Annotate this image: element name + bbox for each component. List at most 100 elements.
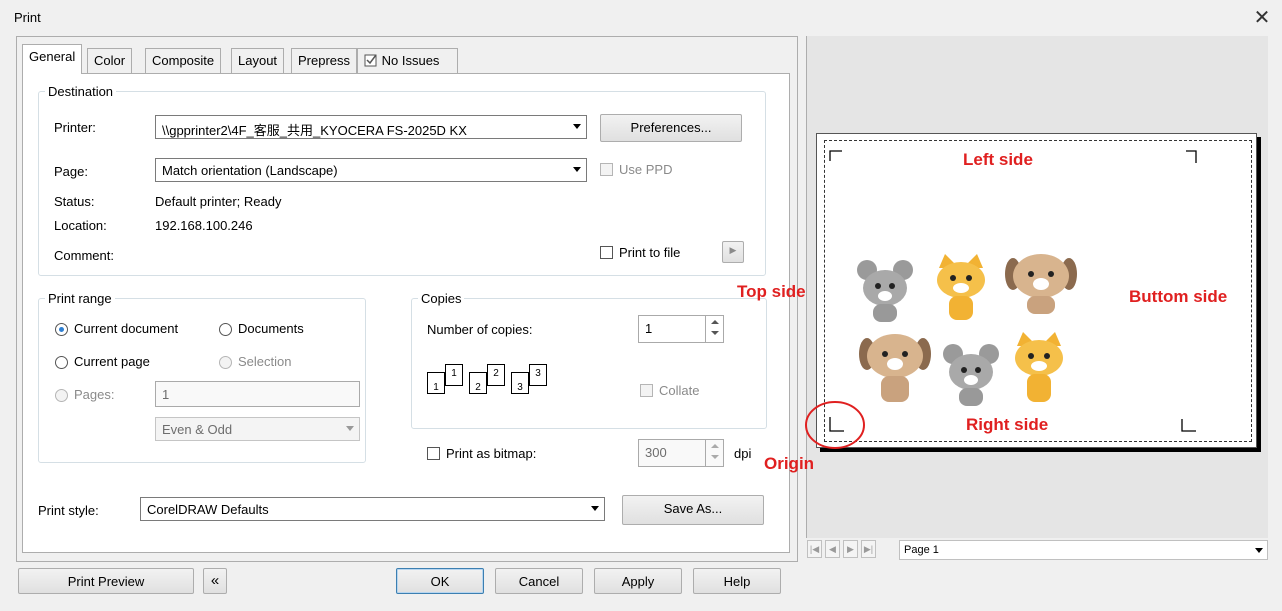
current-document-radio[interactable] <box>55 323 68 336</box>
preferences-button[interactable]: Preferences... <box>600 114 742 142</box>
tab-color[interactable]: Color <box>87 48 133 73</box>
copy-page-icon: 1 <box>445 364 463 386</box>
origin-circle <box>805 401 865 449</box>
chevron-down-icon <box>573 167 581 172</box>
preview-page-value: Page 1 <box>904 544 939 556</box>
use-ppd-checkbox[interactable] <box>600 163 613 176</box>
documents-radio[interactable] <box>219 323 232 336</box>
print-to-file-options-button[interactable]: ▶ <box>722 241 744 263</box>
dog-icon <box>859 334 931 402</box>
dog-icon <box>1005 254 1077 314</box>
checklist-icon <box>364 54 377 67</box>
bottom-side-annotation: Buttom side <box>1129 287 1228 306</box>
copies-legend: Copies <box>421 291 462 306</box>
next-page-button[interactable]: ▶ <box>843 540 858 558</box>
pages-label: Pages: <box>74 387 115 402</box>
use-ppd-label: Use PPD <box>619 162 673 177</box>
copy-page-icon: 3 <box>529 364 547 386</box>
ok-button[interactable]: OK <box>396 568 484 594</box>
cancel-button[interactable]: Cancel <box>495 568 583 594</box>
tab-label: General <box>29 49 76 64</box>
copy-page-icon: 2 <box>469 372 487 394</box>
tab-label: No Issues <box>381 53 440 68</box>
print-style-select[interactable]: CorelDRAW Defaults <box>140 497 605 521</box>
tab-label: Layout <box>238 53 278 68</box>
crop-mark-top-right <box>1186 150 1197 163</box>
tab-prepress[interactable]: Prepress <box>291 48 358 73</box>
tab-composite[interactable]: Composite <box>145 48 222 73</box>
printer-value: \\gpprinter2\4F_客服_共用_KYOCERA FS-2025D K… <box>162 123 467 138</box>
copies-group: Copies <box>411 291 767 429</box>
pages-radio[interactable] <box>55 389 68 402</box>
tab-label: Composite <box>152 53 215 68</box>
tab-label: Prepress <box>298 53 351 68</box>
location-value: 192.168.100.246 <box>155 218 253 233</box>
previous-page-button[interactable]: ◀ <box>825 540 840 558</box>
status-value: Default printer; Ready <box>155 194 282 209</box>
current-page-label: Current page <box>74 354 150 369</box>
dpi-spinner[interactable] <box>705 440 723 466</box>
copies-spinner[interactable] <box>705 316 723 342</box>
print-to-file-label: Print to file <box>619 245 681 260</box>
print-style-value: CorelDRAW Defaults <box>147 502 269 517</box>
print-range-legend: Print range <box>48 291 112 306</box>
tab-general[interactable]: General <box>22 44 83 74</box>
copy-page-icon: 3 <box>511 372 529 394</box>
spin-down-icon <box>711 331 719 335</box>
crop-mark-bottom-right <box>1181 419 1196 432</box>
selection-radio[interactable] <box>219 356 232 369</box>
even-odd-select[interactable]: Even & Odd <box>155 417 360 441</box>
tab-no-issues[interactable]: No Issues <box>357 48 458 73</box>
dpi-input[interactable]: 300 <box>638 439 724 467</box>
collate-checkbox[interactable] <box>640 384 653 397</box>
location-label: Location: <box>54 218 107 233</box>
even-odd-value: Even & Odd <box>162 422 233 437</box>
preview-artwork <box>857 254 1077 406</box>
copy-page-icon: 1 <box>427 372 445 394</box>
chevron-down-icon <box>591 506 599 511</box>
collate-illustration: 1 1 2 2 3 3 <box>425 362 555 396</box>
print-to-file-checkbox[interactable] <box>600 246 613 259</box>
spin-up-icon <box>711 320 719 324</box>
copy-page-icon: 2 <box>487 364 505 386</box>
print-as-bitmap-checkbox[interactable] <box>427 447 440 460</box>
chevron-down-icon <box>1255 548 1263 553</box>
window-title: Print <box>14 10 41 25</box>
status-label: Status: <box>54 194 95 209</box>
selection-label: Selection <box>238 354 292 369</box>
first-page-button[interactable]: |◀ <box>807 540 822 558</box>
save-as-button[interactable]: Save As... <box>622 495 764 525</box>
last-page-button[interactable]: ▶| <box>861 540 876 558</box>
mouse-icon <box>857 260 913 322</box>
destination-legend: Destination <box>48 84 114 99</box>
cat-icon <box>1015 332 1063 402</box>
print-preview-button[interactable]: Print Preview <box>18 568 194 594</box>
pages-input[interactable]: 1 <box>155 381 360 407</box>
chevron-down-icon <box>573 124 581 129</box>
tab-layout[interactable]: Layout <box>231 48 285 73</box>
crop-mark-top-left <box>829 150 842 161</box>
current-document-label: Current document <box>74 321 179 336</box>
dpi-unit: dpi <box>734 446 752 461</box>
page-select[interactable]: Match orientation (Landscape) <box>155 158 587 182</box>
origin-annotation: Origin <box>764 454 815 473</box>
collapse-preview-button[interactable]: « <box>203 568 227 594</box>
dpi-value: 300 <box>645 445 667 460</box>
right-side-annotation: Right side <box>966 415 1049 434</box>
mouse-icon <box>943 344 999 406</box>
copies-value: 1 <box>645 321 653 336</box>
print-style-label: Print style: <box>38 503 99 518</box>
tab-label: Color <box>94 53 126 68</box>
chevron-down-icon <box>346 426 354 431</box>
number-of-copies-label: Number of copies: <box>427 322 533 337</box>
comment-label: Comment: <box>54 248 114 263</box>
apply-button[interactable]: Apply <box>594 568 682 594</box>
close-icon[interactable]: ✕ <box>1250 6 1274 30</box>
copies-input[interactable]: 1 <box>638 315 724 343</box>
cat-icon <box>937 254 985 320</box>
print-as-bitmap-label: Print as bitmap: <box>446 446 537 461</box>
current-page-radio[interactable] <box>55 356 68 369</box>
printer-select[interactable]: \\gpprinter2\4F_客服_共用_KYOCERA FS-2025D K… <box>155 115 587 139</box>
help-button[interactable]: Help <box>693 568 781 594</box>
preview-page-select[interactable]: Page 1 <box>899 540 1268 560</box>
